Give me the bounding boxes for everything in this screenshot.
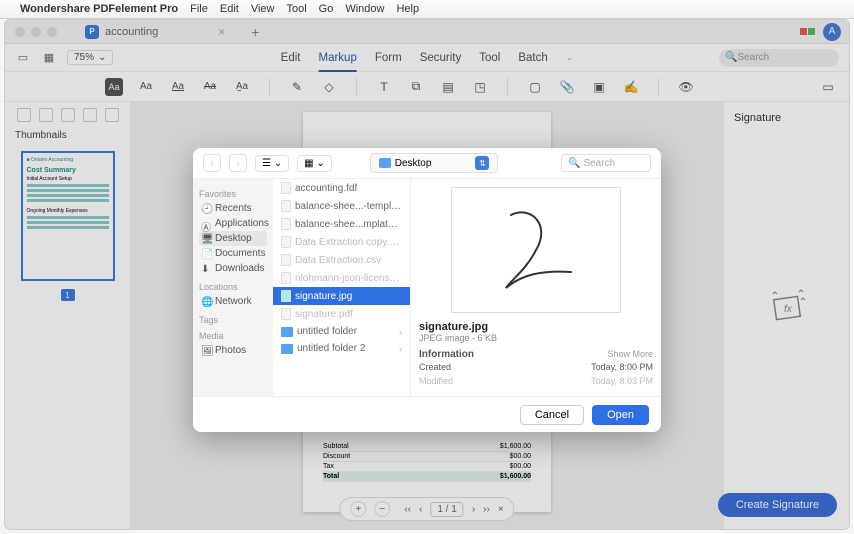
open-button[interactable]: Open	[592, 405, 649, 425]
clock-icon: 🕘	[201, 204, 211, 214]
photos-icon: 🖼	[201, 346, 211, 356]
location-updown-icon: ⇅	[475, 156, 489, 170]
menu-help[interactable]: Help	[396, 3, 419, 15]
nav-back-button[interactable]: ‹	[203, 154, 221, 172]
cancel-button[interactable]: Cancel	[520, 405, 584, 425]
sidebar-desktop[interactable]: 🖥Desktop	[199, 231, 267, 246]
network-icon: 🌐	[201, 297, 211, 307]
file-row[interactable]: Data Extraction.csv	[273, 251, 410, 269]
preview-filetype: JPEG image - 6 KB	[419, 333, 653, 343]
file-row-selected[interactable]: signature.jpg	[273, 287, 410, 305]
folder-icon	[379, 158, 391, 168]
documents-icon: 📄	[201, 249, 211, 259]
modal-overlay: ‹ › ☰ ⌄ ▦ ⌄ Desktop ⇅ 🔍 Search Favorites…	[5, 20, 849, 529]
menu-view[interactable]: View	[251, 3, 275, 15]
view-columns-select[interactable]: ☰ ⌄	[255, 155, 289, 172]
location-popup[interactable]: Desktop ⇅	[370, 153, 499, 173]
file-row[interactable]: accounting.fdf	[273, 179, 410, 197]
sidebar-applications[interactable]: ⒶApplications	[199, 216, 267, 231]
menu-tool[interactable]: Tool	[286, 3, 306, 15]
file-open-dialog: ‹ › ☰ ⌄ ▦ ⌄ Desktop ⇅ 🔍 Search Favorites…	[193, 148, 661, 432]
file-list: accounting.fdf balance-shee...-template.…	[273, 179, 411, 396]
desktop-icon: 🖥	[201, 234, 211, 244]
sidebar-recents[interactable]: 🕘Recents	[199, 201, 267, 216]
macos-menubar: Wondershare PDFelement Pro File Edit Vie…	[0, 0, 854, 19]
search-icon: 🔍	[568, 158, 580, 169]
view-group-select[interactable]: ▦ ⌄	[297, 155, 332, 172]
dialog-sidebar: Favorites 🕘Recents ⒶApplications 🖥Deskto…	[193, 179, 273, 396]
sidebar-network[interactable]: 🌐Network	[199, 294, 267, 309]
file-row[interactable]: signature.pdf	[273, 305, 410, 323]
nav-forward-button[interactable]: ›	[229, 154, 247, 172]
file-row[interactable]: untitled folder›	[273, 323, 410, 340]
dialog-search-input[interactable]: 🔍 Search	[561, 154, 651, 172]
sidebar-downloads[interactable]: ⬇Downloads	[199, 261, 267, 276]
menu-window[interactable]: Window	[345, 3, 384, 15]
menu-edit[interactable]: Edit	[220, 3, 239, 15]
file-row[interactable]: Data Extraction copy.csv	[273, 233, 410, 251]
app-name[interactable]: Wondershare PDFelement Pro	[20, 3, 178, 15]
preview-filename: signature.jpg	[419, 321, 653, 333]
menu-file[interactable]: File	[190, 3, 208, 15]
file-row[interactable]: balance-shee...mplate-1-1.fdf	[273, 215, 410, 233]
menu-go[interactable]: Go	[319, 3, 334, 15]
file-row[interactable]: balance-shee...-template.pdf	[273, 197, 410, 215]
sidebar-photos[interactable]: 🖼Photos	[199, 343, 267, 358]
show-more-button[interactable]: Show More	[607, 349, 653, 360]
apps-icon: Ⓐ	[201, 219, 211, 229]
file-preview: signature.jpg JPEG image - 6 KB Informat…	[411, 179, 661, 396]
downloads-icon: ⬇	[201, 264, 211, 274]
sidebar-documents[interactable]: 📄Documents	[199, 246, 267, 261]
preview-image	[451, 187, 621, 313]
app-window: P accounting × + A ▭ ▦ 75%⌄ Edit Markup …	[4, 19, 850, 530]
file-row[interactable]: nlohmann-json-license.txt	[273, 269, 410, 287]
file-row[interactable]: untitled folder 2›	[273, 340, 410, 357]
